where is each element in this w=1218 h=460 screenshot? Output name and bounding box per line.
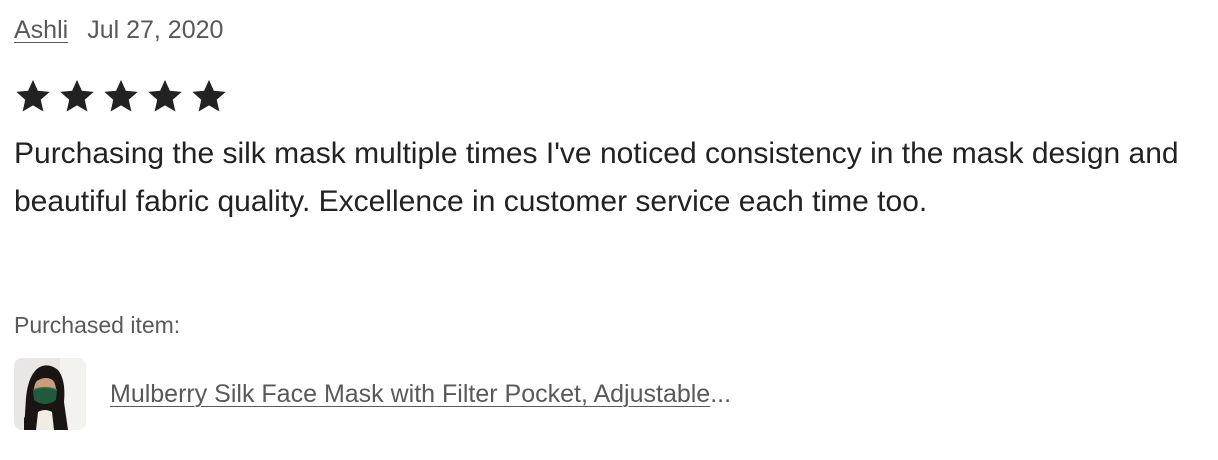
purchased-item-link[interactable]: Mulberry Silk Face Mask with Filter Pock… xyxy=(110,380,731,409)
star-icon xyxy=(190,77,228,115)
product-thumbnail-image[interactable] xyxy=(14,358,86,430)
review-text: Purchasing the silk mask multiple times … xyxy=(14,137,1179,218)
title-ellipsis: ... xyxy=(710,379,732,408)
star-rating xyxy=(14,76,234,116)
review-date: Jul 27, 2020 xyxy=(87,15,224,44)
star-icon xyxy=(146,77,184,115)
star-icon xyxy=(102,77,140,115)
review-meta: Ashli Jul 27, 2020 xyxy=(14,14,223,46)
purchased-item-title[interactable]: Mulberry Silk Face Mask with Filter Pock… xyxy=(110,380,710,408)
purchased-item[interactable]: Mulberry Silk Face Mask with Filter Pock… xyxy=(14,358,731,430)
star-icon xyxy=(14,77,52,115)
purchased-item-label: Purchased item: xyxy=(14,312,181,338)
star-icon xyxy=(58,77,96,115)
reviewer-name-link[interactable]: Ashli xyxy=(14,16,68,45)
